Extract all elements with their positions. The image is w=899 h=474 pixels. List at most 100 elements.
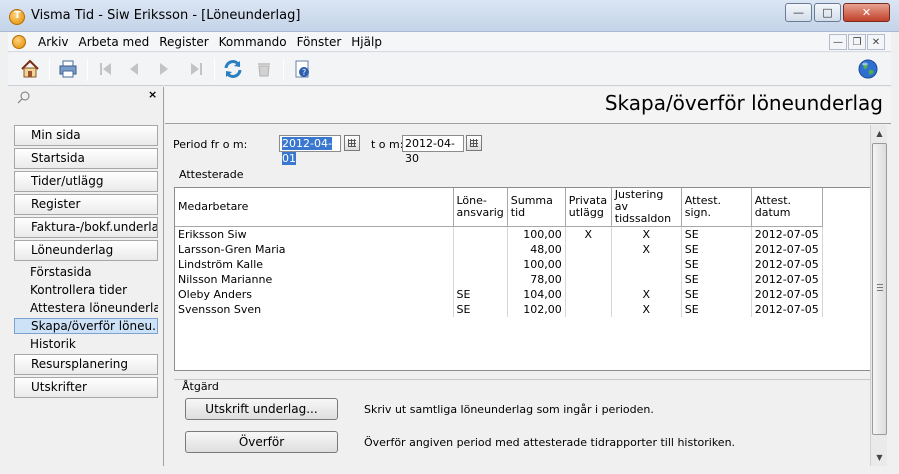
navigation-panel: × Min sida Startsida Tider/utlägg Regist… (8, 87, 164, 466)
period-to-input[interactable]: 2012-04-30 (402, 135, 464, 165)
cell-sign: SE (681, 226, 752, 242)
prev-icon[interactable] (122, 57, 146, 81)
scroll-up-icon[interactable]: ▲ (871, 125, 888, 142)
cell-responsible: SE (453, 302, 508, 317)
next-icon[interactable] (152, 57, 176, 81)
menu-fonster[interactable]: Fönster (293, 35, 348, 49)
menu-arkiv[interactable]: Arkiv (34, 35, 75, 49)
cell-employee: Larsson-Gren Maria (175, 242, 454, 257)
column-header[interactable]: Summa tid (507, 188, 566, 227)
transfer-button[interactable]: Överför (185, 431, 338, 453)
cell-adjustment: X (611, 302, 682, 317)
cell-employee: Lindström Kalle (175, 257, 454, 272)
cell-sign: SE (681, 302, 752, 317)
nav-tider-utlagg[interactable]: Tider/utlägg (14, 171, 158, 192)
nav-sub-attestera[interactable]: Attestera löneunderlag (14, 300, 158, 316)
help-icon[interactable]: ? (290, 57, 314, 81)
period-from-input[interactable]: 2012-04-01 (279, 135, 341, 165)
cell-date: 2012-07-05 (751, 242, 823, 257)
cell-employee: Nilsson Marianne (175, 272, 454, 287)
nav-sub-skapa-overfor[interactable]: Skapa/överför löneu... (14, 318, 158, 334)
refresh-icon[interactable] (221, 57, 245, 81)
cell-responsible (453, 226, 508, 242)
calendar-icon[interactable] (466, 135, 482, 151)
cell-total-time: 78,00 (507, 272, 566, 287)
calendar-icon[interactable] (344, 135, 360, 151)
globe-icon[interactable] (856, 57, 880, 81)
cell-sign: SE (681, 257, 752, 272)
toolbar-separator (49, 59, 50, 81)
page-title: Skapa/överför löneunderlag (604, 91, 883, 115)
first-icon[interactable] (94, 57, 118, 81)
period-to-label: t o m: (371, 138, 404, 151)
table-row[interactable]: Svensson Sven SE 102,00 X SE 2012-07-05 (175, 302, 823, 317)
nav-min-sida[interactable]: Min sida (14, 125, 158, 146)
cell-date: 2012-07-05 (751, 287, 823, 302)
app-icon: T (9, 9, 25, 25)
table-row[interactable]: Lindström Kalle 100,00 SE 2012-07-05 (175, 257, 823, 272)
menu-register[interactable]: Register (155, 35, 214, 49)
main-content: Skapa/överför löneunderlag Period fr o m… (165, 87, 891, 466)
mdi-close-button[interactable]: ✕ (867, 34, 885, 50)
close-button[interactable]: ✕ (843, 3, 890, 22)
cell-expenses (565, 287, 612, 302)
vertical-scrollbar[interactable]: ▲ ▼ (870, 125, 887, 466)
nav-sub-forstasida[interactable]: Förstasida (14, 264, 158, 280)
cell-adjustment (611, 272, 682, 287)
pin-icon[interactable] (16, 90, 32, 104)
period-from-label: Period fr o m: (173, 138, 248, 151)
mdi-minimize-button[interactable]: — (829, 34, 847, 50)
cell-expenses: X (565, 226, 612, 242)
transfer-description: Överför angiven period med attesterade t… (364, 436, 736, 449)
nav-register[interactable]: Register (14, 194, 158, 215)
menu-hjalp[interactable]: Hjälp (347, 35, 388, 49)
last-icon[interactable] (184, 57, 208, 81)
minimize-button[interactable]: — (785, 3, 812, 22)
nav-utskrifter[interactable]: Utskrifter (14, 377, 158, 398)
cell-total-time: 48,00 (507, 242, 566, 257)
group-label-attesterade: Attesterade (179, 168, 244, 181)
column-header[interactable]: Löne- ansvarig (453, 188, 508, 227)
print-report-button[interactable]: Utskrift underlag... (185, 398, 338, 420)
print-icon[interactable] (56, 57, 80, 81)
delete-icon[interactable] (252, 57, 276, 81)
maximize-button[interactable]: □ (814, 3, 841, 22)
table-row[interactable]: Larsson-Gren Maria 48,00 X SE 2012-07-05 (175, 242, 823, 257)
cell-expenses (565, 242, 612, 257)
print-report-description: Skriv ut samtliga löneunderlag som ingår… (364, 403, 654, 416)
nav-sub-historik[interactable]: Historik (14, 336, 158, 352)
cell-total-time: 100,00 (507, 257, 566, 272)
scroll-down-icon[interactable]: ▼ (871, 449, 888, 466)
column-header[interactable]: Medarbetare (175, 188, 454, 227)
menu-kommando[interactable]: Kommando (215, 35, 293, 49)
title-bar: T Visma Tid - Siw Eriksson - [Löneunderl… (0, 0, 899, 32)
cell-sign: SE (681, 272, 752, 287)
nav-startsida[interactable]: Startsida (14, 148, 158, 169)
actions-label: Åtgärd (182, 380, 219, 393)
mdi-restore-button[interactable]: ❐ (848, 34, 866, 50)
table-row[interactable]: Oleby Anders SE 104,00 X SE 2012-07-05 (175, 287, 823, 302)
nav-loneunderlag[interactable]: Löneunderlag (14, 240, 158, 261)
window-title: Visma Tid - Siw Eriksson - [Löneunderlag… (31, 8, 301, 23)
cell-expenses (565, 302, 612, 317)
column-header[interactable]: Attest. sign. (681, 188, 752, 227)
nav-sub-kontrollera-tider[interactable]: Kontrollera tider (14, 282, 158, 298)
cell-expenses (565, 257, 612, 272)
cell-adjustment: X (611, 287, 682, 302)
nav-faktura-bokf[interactable]: Faktura-/bokf.underlag (14, 217, 158, 238)
app-menu-icon[interactable] (12, 34, 26, 49)
svg-text:?: ? (302, 68, 306, 77)
home-icon[interactable] (18, 57, 42, 81)
table-row[interactable]: Nilsson Marianne 78,00 SE 2012-07-05 (175, 272, 823, 287)
nav-resursplanering[interactable]: Resursplanering (14, 354, 158, 375)
column-header[interactable]: Attest. datum (751, 188, 823, 227)
menu-arbeta-med[interactable]: Arbeta med (75, 35, 156, 49)
table-row[interactable]: Eriksson Siw 100,00 X X SE 2012-07-05 (175, 226, 823, 242)
close-icon[interactable]: × (148, 88, 157, 101)
column-header[interactable]: Justering av tidssaldon (611, 188, 682, 227)
cell-total-time: 102,00 (507, 302, 566, 317)
column-header[interactable]: Privata utlägg (565, 188, 612, 227)
toolbar: ? (8, 53, 891, 86)
cell-adjustment (611, 257, 682, 272)
scroll-thumb[interactable] (872, 143, 887, 435)
